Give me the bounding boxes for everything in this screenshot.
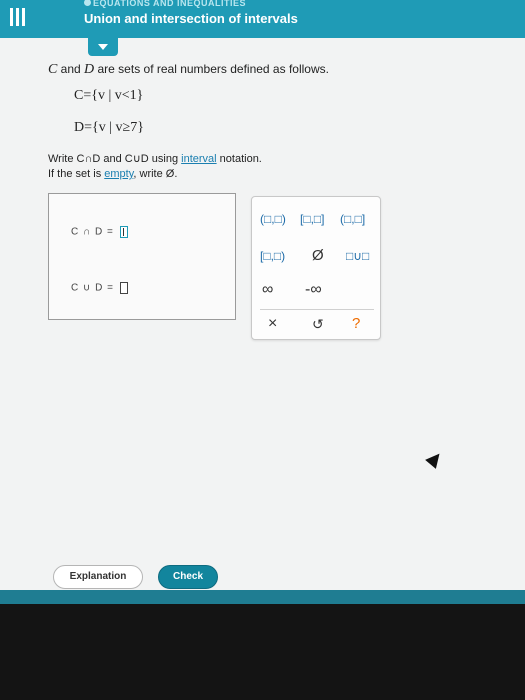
text-cursor [122,228,124,236]
undo-icon[interactable]: ↺ [312,316,324,333]
keypad-divider [260,309,374,310]
clear-icon[interactable]: × [268,315,277,333]
math-keypad: (□,□) [□,□] (□,□] [□,□) Ø □∪□ ∞ -∞ × ↺ ? [251,196,381,340]
union-answer-input[interactable] [119,282,128,294]
page-title: Union and intersection of intervals [84,11,298,26]
mouse-pointer-icon [425,449,445,469]
empty-link[interactable]: empty [104,168,133,180]
collapse-toggle[interactable] [88,38,118,56]
infinity-key[interactable]: ∞ [262,281,273,299]
check-button[interactable]: Check [158,565,218,589]
problem-intro: C and D are sets of real numbers defined… [48,62,329,77]
intersection-expression: C ∩ D = [71,226,128,238]
empty-set-key[interactable]: Ø [312,247,324,264]
topic-dot-icon [84,0,91,6]
open-interval-key[interactable]: (□,□) [260,212,286,226]
set-c-definition: C={v | v<1} [74,88,144,103]
question-panel: C and D are sets of real numbers defined… [0,38,525,590]
closed-interval-key[interactable]: [□,□] [300,212,325,226]
menu-icon[interactable] [10,8,26,26]
union-expression: C ∪ D = [71,282,128,294]
open-closed-interval-key[interactable]: (□,□] [340,212,365,226]
instruction-line: Write C∩D and C∪D using interval notatio… [48,153,262,165]
closed-open-interval-key[interactable]: [□,□) [260,249,285,263]
explanation-button[interactable]: Explanation [53,565,143,589]
union-key[interactable]: □∪□ [346,249,369,263]
chevron-down-icon [98,44,108,50]
set-d-definition: D={v | v≥7} [74,120,144,135]
empty-set-instruction: If the set is empty, write Ø. [48,168,178,180]
footer-bar [0,590,525,604]
topic-label: EQUATIONS AND INEQUALITIES [84,0,246,8]
top-bar: EQUATIONS AND INEQUALITIES Union and int… [0,0,525,38]
help-icon[interactable]: ? [352,315,360,332]
interval-link[interactable]: interval [181,153,216,165]
answer-box: C ∩ D = C ∪ D = [48,193,236,320]
negative-infinity-key[interactable]: -∞ [305,281,322,299]
intersection-answer-input[interactable] [119,226,128,238]
